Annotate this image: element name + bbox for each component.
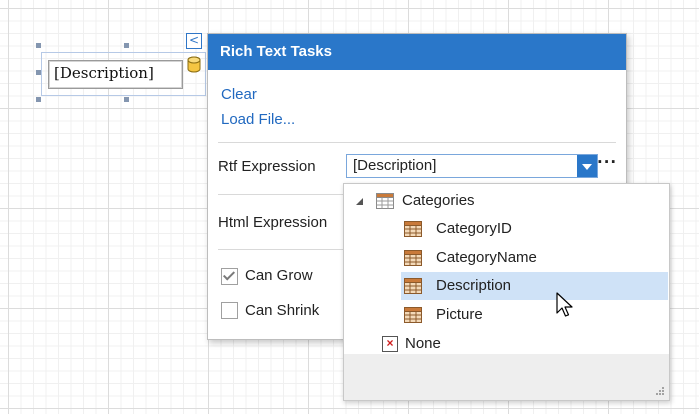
tree-node-field[interactable]: CategoryName [344, 244, 669, 272]
expand-collapse-icon[interactable] [356, 198, 363, 205]
clear-link[interactable]: Clear [221, 86, 257, 103]
resize-handle-bottom-left[interactable] [36, 97, 41, 102]
field-icon [404, 221, 422, 237]
tree-node-none[interactable]: × None [344, 330, 669, 358]
panel-title: Rich Text Tasks [208, 34, 626, 70]
can-shrink-checkbox[interactable] [221, 302, 238, 319]
dropdown-footer [344, 354, 669, 400]
smart-tag-collapse-button[interactable]: < [186, 33, 202, 49]
rich-text-control-text: [Description] [54, 64, 154, 82]
tree-node-field-selected[interactable]: Description [344, 272, 669, 300]
tree-node-label: None [405, 335, 441, 352]
tree-node-categories[interactable]: Categories [344, 187, 669, 215]
mouse-cursor-icon [556, 292, 573, 317]
tree-node-label: Description [436, 277, 512, 294]
dropdown-arrow-button[interactable] [577, 155, 597, 177]
table-icon [376, 193, 394, 209]
can-shrink-label: Can Shrink [245, 302, 320, 319]
rich-text-control[interactable]: [Description] [48, 60, 183, 89]
tree-node-field[interactable]: CategoryID [344, 215, 669, 243]
can-grow-label: Can Grow [245, 267, 313, 284]
field-icon [404, 307, 422, 323]
html-expression-label: Html Expression [218, 214, 328, 231]
database-binding-icon [187, 56, 201, 73]
tree-node-field[interactable]: Picture [344, 301, 669, 329]
none-icon: × [382, 336, 398, 352]
resize-grip-icon[interactable] [655, 386, 665, 396]
tree-node-label: CategoryName [436, 249, 537, 266]
resize-handle-top-left[interactable] [36, 43, 41, 48]
expression-editor-button[interactable]: ··· [597, 154, 617, 176]
tree-node-label: Picture [436, 306, 483, 323]
resize-handle-top-center[interactable] [124, 43, 129, 48]
load-file-link[interactable]: Load File... [221, 111, 295, 128]
rtf-expression-label: Rtf Expression [218, 158, 316, 175]
tree-node-label: CategoryID [436, 220, 512, 237]
separator [218, 142, 616, 143]
rtf-expression-combo[interactable]: [Description] [346, 154, 598, 178]
field-list-dropdown: Categories CategoryID CategoryName Descr… [343, 183, 670, 401]
field-icon [404, 250, 422, 266]
field-icon [404, 278, 422, 294]
rtf-expression-value: [Description] [353, 157, 437, 174]
resize-handle-middle-left[interactable] [36, 70, 41, 75]
resize-handle-bottom-center[interactable] [124, 97, 129, 102]
tree-node-label: Categories [402, 192, 475, 209]
can-grow-checkbox[interactable] [221, 268, 238, 285]
